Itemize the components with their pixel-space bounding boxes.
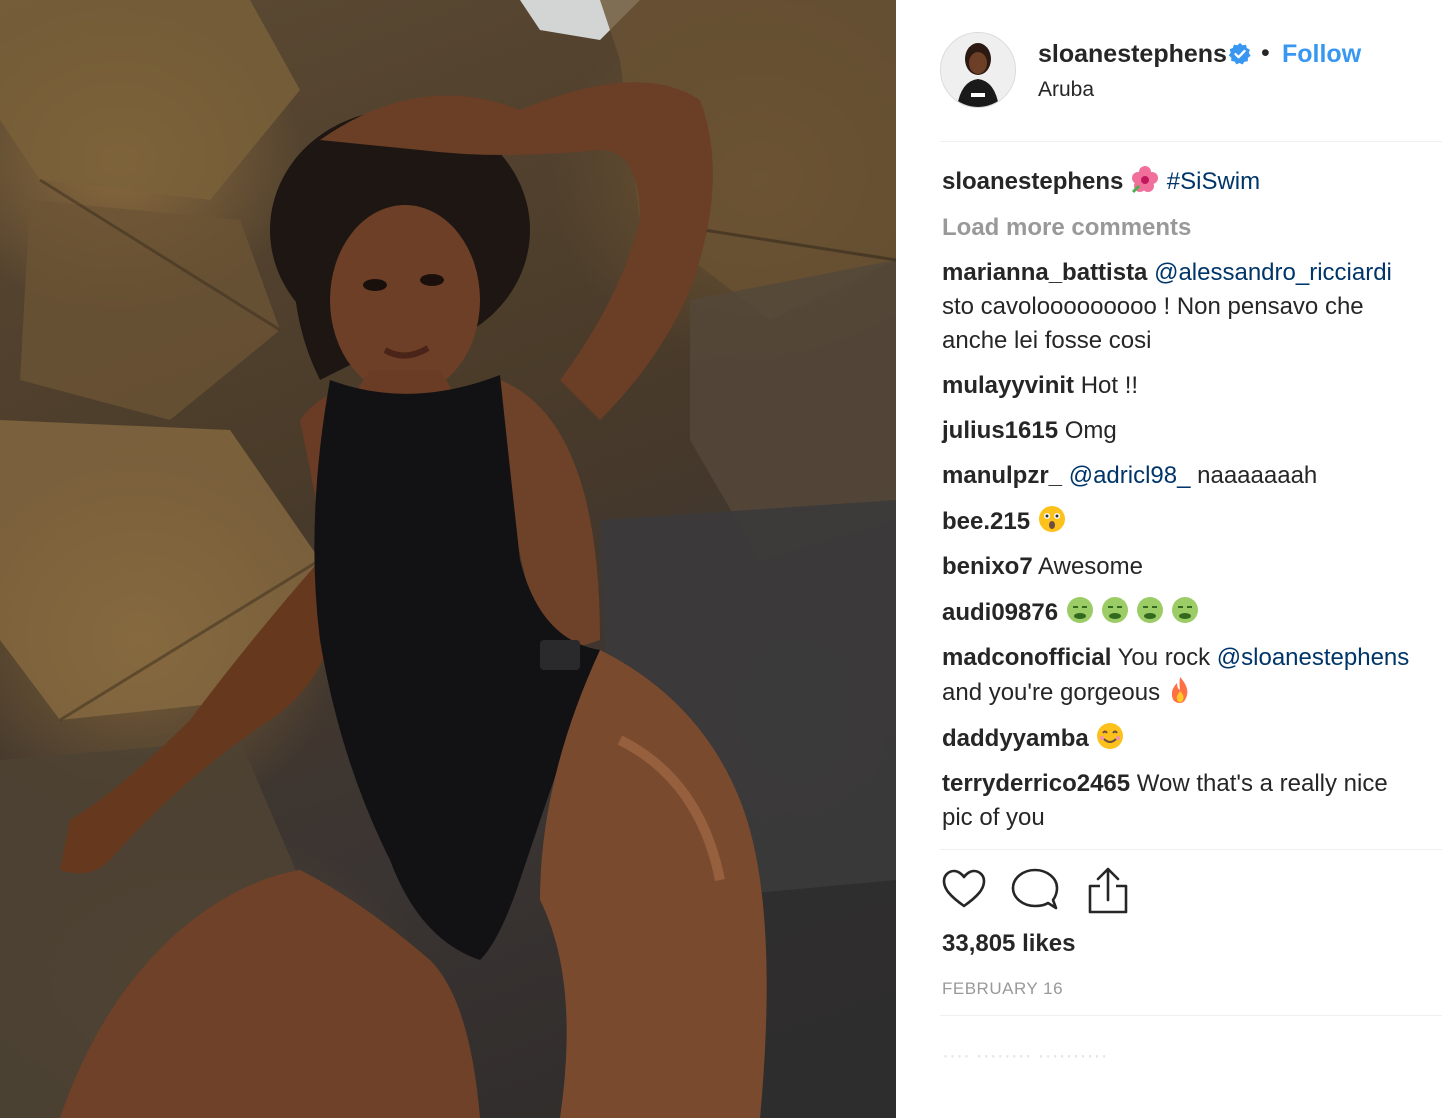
header-divider	[940, 141, 1442, 142]
comment-username[interactable]: julius1615	[942, 417, 1058, 444]
likes-count[interactable]: 33,805 likes	[942, 930, 1075, 958]
avatar[interactable]	[940, 32, 1016, 108]
comment-mention[interactable]: @adricl98_	[1069, 462, 1191, 489]
post-header: sloanestephens • Follow Aruba	[940, 30, 1400, 108]
post-location[interactable]: Aruba	[1038, 78, 1094, 102]
verified-badge-icon	[1228, 43, 1251, 65]
hibiscus-emoji	[1132, 166, 1159, 194]
comment-mention[interactable]: @sloanestephens	[1217, 644, 1410, 671]
post-date[interactable]: FEBRUARY 16	[942, 979, 1063, 999]
comment-text: sto cavolooooooooo ! Non pensavo che	[942, 293, 1364, 320]
comment-text: Hot !!	[1080, 372, 1139, 399]
comment-username[interactable]: marianna_battista	[942, 259, 1147, 286]
separator-dot: •	[1261, 39, 1270, 67]
photo-illustration	[0, 0, 896, 1118]
caption-hashtag[interactable]: #SiSwim	[1167, 168, 1260, 195]
footer-divider	[940, 1015, 1442, 1016]
comment-username[interactable]: madconofficial	[942, 644, 1111, 671]
comment-text: pic of you	[942, 804, 1045, 831]
nauseated-face-emoji	[1066, 597, 1198, 623]
add-comment-area[interactable]: ···· ········ ··········	[942, 1044, 1108, 1068]
follow-button[interactable]: Follow	[1282, 40, 1361, 69]
comment-item: madconofficial You rock @sloanestephens …	[942, 641, 1442, 710]
comment-item: marianna_battista @alessandro_ricciardi …	[942, 256, 1442, 358]
comment-text: anche lei fosse cosi	[942, 327, 1152, 354]
comment-item: audi09876	[942, 595, 1442, 630]
comment-item: julius1615 Omg	[942, 414, 1442, 448]
comment-username[interactable]: daddyyamba	[942, 725, 1089, 752]
comment-item: manulpzr_ @adricl98_ naaaaaaah	[942, 459, 1442, 493]
caption: sloanestephens #SiSwim	[942, 164, 1442, 199]
astonished-face-emoji	[1038, 506, 1065, 532]
comment-item: benixo7 Awesome	[942, 550, 1442, 584]
comment-username[interactable]: terryderrico2465	[942, 770, 1130, 797]
load-more-comments-button[interactable]: Load more comments	[942, 214, 1442, 242]
post-photo[interactable]	[0, 0, 896, 1118]
comment-username[interactable]: bee.215	[942, 508, 1030, 535]
comment-username[interactable]: audi09876	[942, 599, 1058, 626]
heart-icon[interactable]	[940, 866, 988, 914]
comment-username[interactable]: benixo7	[942, 553, 1033, 580]
comment-icon[interactable]	[1010, 866, 1060, 914]
post-username[interactable]: sloanestephens	[1038, 40, 1227, 69]
comments-section: sloanestephens #SiSwim Load more comment…	[942, 164, 1442, 835]
comment-text: Wow that's a really nice	[1136, 770, 1388, 797]
share-icon[interactable]	[1084, 866, 1132, 914]
avatar-image	[941, 33, 1015, 107]
comment-username[interactable]: manulpzr_	[942, 462, 1062, 489]
comments-divider	[940, 849, 1442, 850]
comment-text: You rock	[1117, 644, 1211, 671]
fire-emoji	[1171, 677, 1188, 703]
comment-item: mulayyvinit Hot !!	[942, 369, 1442, 403]
comment-text: Omg	[1064, 417, 1117, 444]
comment-text: and you're gorgeous	[942, 679, 1161, 706]
comment-item: daddyyamba	[942, 721, 1442, 756]
comment-item: bee.215	[942, 504, 1442, 539]
comment-text: Awesome	[1038, 553, 1143, 580]
comment-username[interactable]: mulayyvinit	[942, 372, 1074, 399]
action-bar	[940, 866, 1240, 918]
comment-item: terryderrico2465 Wow that's a really nic…	[942, 767, 1442, 835]
smiling-face-emoji	[1097, 723, 1124, 749]
comment-mention[interactable]: @alessandro_ricciardi	[1154, 259, 1392, 286]
comment-text: naaaaaaah	[1197, 462, 1318, 489]
caption-username[interactable]: sloanestephens	[942, 168, 1123, 195]
post-details-panel: sloanestephens • Follow Aruba sloanestep…	[896, 0, 1442, 1118]
